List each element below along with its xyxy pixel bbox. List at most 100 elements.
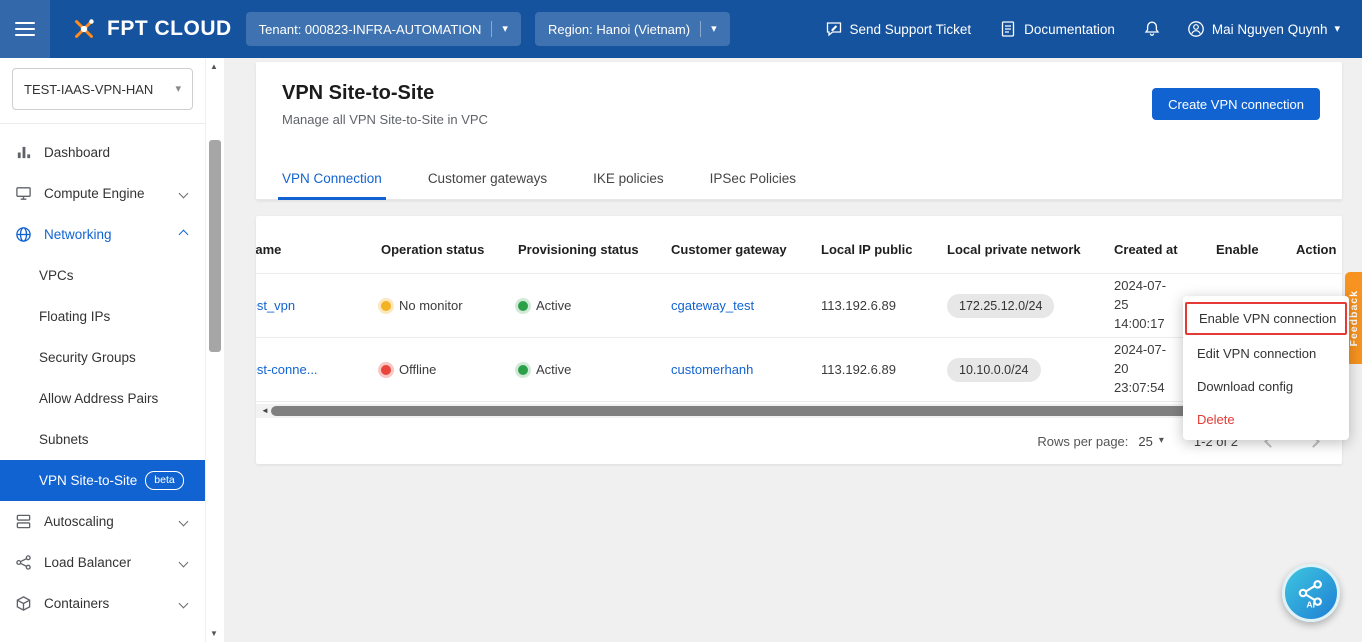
sidebar-item-label: Security Groups [39,350,136,365]
operation-status-text: No monitor [399,298,463,313]
document-icon [999,20,1017,38]
chevron-down-icon [179,189,189,199]
sidebar-item-label: Dashboard [44,145,110,160]
menu-item-delete[interactable]: Delete [1183,403,1349,436]
chevron-down-icon [179,558,189,568]
chevron-down-icon: ▾ [175,84,181,95]
project-select[interactable]: TEST-IAAS-VPN-HAN ▾ [12,68,193,110]
status-dot [381,301,391,311]
sidebar-item-label: Subnets [39,432,89,447]
network-chip: 172.25.12.0/24 [947,294,1054,318]
column-customer-gateway: Customer gateway [665,216,815,274]
support-label: Send Support Ticket [850,22,972,37]
scroll-down-arrow-icon[interactable]: ▼ [210,629,218,638]
menu-item-edit-vpn-connection[interactable]: Edit VPN connection [1183,337,1349,370]
sidebar-item-label: Containers [44,596,109,611]
local-ip-public: 113.192.6.89 [821,362,896,377]
tab-bar: VPN Connection Customer gateways IKE pol… [256,158,1342,200]
sidebar-item-floating-ips[interactable]: Floating IPs [0,296,205,337]
fpt-cloud-logo-icon [70,15,98,43]
column-created-at: Created at [1108,216,1210,274]
column-name: Name [256,216,375,274]
networking-globe-icon [15,226,32,243]
sidebar-item-vpcs[interactable]: VPCs [0,255,205,296]
status-dot [518,301,528,311]
tab-customer-gateways[interactable]: Customer gateways [428,158,547,199]
sidebar-item-networking[interactable]: Networking [0,214,205,255]
chevron-down-icon: ▾ [711,24,717,35]
containers-icon [15,595,32,612]
notifications-button[interactable] [1143,20,1161,38]
brand-logo[interactable]: FPT CLOUD [70,15,232,43]
sidebar-item-label: Allow Address Pairs [39,391,158,406]
rows-per-page-label: Rows per page: [1037,434,1128,449]
sidebar-item-load-balancer[interactable]: Load Balancer [0,542,205,583]
vpn-table-card: Name Operation status Provisioning statu… [256,216,1342,464]
beta-badge: beta [145,471,183,490]
sidebar-item-label: VPN Site-to-Site [39,473,137,488]
horizontal-scrollbar-thumb[interactable] [271,406,1206,416]
user-menu[interactable]: Mai Nguyen Quynh ▾ [1187,20,1340,38]
page-header-card: VPN Site-to-Site Manage all VPN Site-to-… [256,62,1342,200]
sidebar-item-containers[interactable]: Containers [0,583,205,624]
tenant-label: Tenant: 000823-INFRA-AUTOMATION [259,22,482,37]
chevron-down-icon [179,599,189,609]
vpn-name-link[interactable]: test-conne... [256,362,318,377]
scroll-left-arrow-icon[interactable]: ◄ [261,406,269,415]
tab-ipsec-policies[interactable]: IPSec Policies [710,158,796,199]
sidebar-item-compute-engine[interactable]: Compute Engine [0,173,205,214]
column-local-private-network: Local private network [941,216,1108,274]
chevron-up-icon [179,230,189,240]
region-label: Region: Hanoi (Vietnam) [548,22,690,37]
provisioning-status-text: Active [536,362,571,377]
column-action: Action [1290,216,1342,274]
sidebar-item-label: Load Balancer [44,555,131,570]
tab-vpn-connection[interactable]: VPN Connection [282,158,382,199]
send-support-ticket-link[interactable]: Send Support Ticket [825,20,972,38]
ai-assistant-button[interactable]: AI [1282,564,1340,622]
documentation-label: Documentation [1024,22,1115,37]
sidebar-item-allow-address-pairs[interactable]: Allow Address Pairs [0,378,205,419]
create-vpn-connection-button[interactable]: Create VPN connection [1152,88,1320,120]
network-chip: 10.10.0.0/24 [947,358,1041,382]
sidebar-item-label: Floating IPs [39,309,110,324]
sidebar-item-security-groups[interactable]: Security Groups [0,337,205,378]
divider [0,123,205,124]
user-avatar-icon [1187,20,1205,38]
row-action-context-menu: Enable VPN connection Edit VPN connectio… [1183,296,1349,440]
hamburger-icon [15,18,35,40]
created-at: 2024-07-25 14:00:17 [1114,277,1178,334]
project-select-value: TEST-IAAS-VPN-HAN [24,82,153,97]
scroll-up-arrow-icon[interactable]: ▲ [210,62,218,71]
column-operation-status: Operation status [375,216,512,274]
vpn-name-link[interactable]: test_vpn [256,298,295,313]
support-chat-icon [825,20,843,38]
sidebar-scrollbar[interactable]: ▲ ▼ [205,58,224,642]
tab-ike-policies[interactable]: IKE policies [593,158,664,199]
region-dropdown[interactable]: Region: Hanoi (Vietnam) ▾ [535,12,730,46]
sidebar-item-vpn-site-to-site[interactable]: VPN Site-to-Site beta [0,460,205,501]
autoscaling-icon [15,513,32,530]
divider [491,21,492,37]
sidebar-item-label: Networking [44,227,112,242]
sidebar-item-autoscaling[interactable]: Autoscaling [0,501,205,542]
customer-gateway-link[interactable]: cgateway_test [671,298,754,313]
hamburger-menu-button[interactable] [0,0,50,58]
horizontal-scrollbar[interactable]: ◄ [256,404,1342,418]
sidebar-scrollbar-thumb[interactable] [209,140,221,352]
vpn-connections-table: Name Operation status Provisioning statu… [256,216,1342,402]
sidebar-item-dashboard[interactable]: Dashboard [0,132,205,173]
menu-item-enable-vpn-connection[interactable]: Enable VPN connection [1185,302,1347,335]
rows-per-page-select[interactable]: 25 ▾ [1138,434,1164,449]
chevron-down-icon: ▾ [1334,24,1340,35]
menu-item-download-config[interactable]: Download config [1183,370,1349,403]
column-enable: Enable [1210,216,1290,274]
table-header-row: Name Operation status Provisioning statu… [256,216,1342,274]
dashboard-icon [15,144,32,161]
svg-text:AI: AI [1306,600,1315,609]
tenant-dropdown[interactable]: Tenant: 000823-INFRA-AUTOMATION ▾ [246,12,521,46]
sidebar-item-subnets[interactable]: Subnets [0,419,205,460]
documentation-link[interactable]: Documentation [999,20,1115,38]
customer-gateway-link[interactable]: customerhanh [671,362,753,377]
status-dot [518,365,528,375]
